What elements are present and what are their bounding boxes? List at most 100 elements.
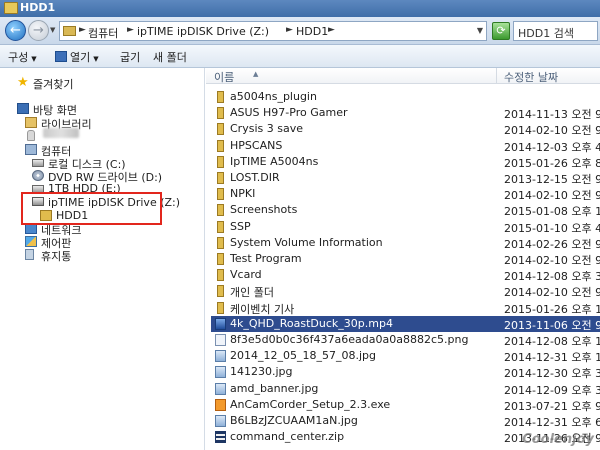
folder-icon [217, 188, 224, 201]
file-row[interactable]: Vcard 2014-12-08 오후 3:11 [211, 267, 600, 283]
file-date: 2014-02-10 오전 9:00 [504, 189, 600, 203]
open-label: 열기 [70, 51, 91, 64]
folder-icon [217, 253, 224, 265]
folder-icon [217, 155, 224, 168]
media-player-icon [55, 51, 67, 62]
file-row[interactable]: 8f3e5d0b0c36f437a6eada0a0a8882c5.png 2014… [211, 332, 600, 348]
highlight-annotation-box [21, 192, 162, 225]
file-row[interactable]: LOST.DIR 2013-12-15 오전 9:00 [211, 170, 600, 186]
column-divider[interactable] [496, 68, 497, 84]
address-bar[interactable]: ► 컴퓨터 ► ipTIME ipDISK Drive (Z:) ► HDD1 … [59, 21, 487, 41]
file-date: 2014-12-03 오후 4:45 [504, 140, 600, 154]
recycle-bin-icon [25, 249, 34, 260]
hard-drive-icon [32, 159, 44, 167]
chevron-right-icon[interactable]: ► [328, 25, 335, 35]
breadcrumb-computer[interactable]: 컴퓨터 [88, 25, 118, 41]
file-date: 2014-02-10 오전 9:00 [504, 254, 600, 267]
file-date: 2014-12-08 오후 10:47 [504, 335, 600, 348]
folder-icon [217, 123, 224, 136]
address-dropdown-icon[interactable]: ▼ [477, 26, 483, 35]
file-date: 2013-11-06 오전 9:00 [504, 318, 600, 332]
file-name: command_center.zip [230, 430, 345, 444]
file-row[interactable]: Crysis 3 save 2014-02-10 오전 9:00 [211, 121, 600, 137]
file-name: LOST.DIR [230, 171, 280, 184]
nav-label: 휴지통 [41, 250, 72, 263]
file-date: 2014-02-26 오전 9:00 [504, 237, 600, 251]
file-row[interactable]: AnCamCorder_Setup_2.3.exe 2013-07-21 오후 9… [211, 397, 600, 413]
file-name: Screenshots [230, 203, 298, 217]
file-date: 2015-01-08 오후 11:04 [504, 205, 600, 219]
folder-icon [217, 204, 224, 217]
forward-button[interactable]: → [28, 20, 49, 41]
star-icon: ★ [17, 75, 29, 90]
date-column-header[interactable]: 수정한 날짜 [504, 69, 558, 85]
file-date: 2014-02-10 오전 9:00 [504, 286, 600, 300]
file-name: Test Program [230, 252, 302, 265]
organize-label: 구성 [8, 51, 29, 64]
file-row[interactable]: System Volume Information 2014-02-26 오전 9… [211, 235, 600, 251]
file-date: 2013-07-21 오후 9:00 [504, 399, 600, 413]
file-name: 개인 폴더 [230, 286, 274, 300]
file-name: Crysis 3 save [230, 122, 303, 136]
chevron-down-icon: ▼ [93, 55, 99, 63]
file-row[interactable]: 2014_12_05_18_57_08.jpg 2014-12-31 오후 10:… [211, 348, 600, 364]
file-row[interactable]: SSP 2015-01-10 오후 4:15 [211, 219, 600, 235]
chevron-down-icon: ▼ [31, 55, 37, 63]
file-name: ASUS H97-Pro Gamer [230, 106, 348, 120]
file-row[interactable]: 141230.jpg 2014-12-30 오후 3:01 [211, 364, 600, 380]
recent-pages-dropdown-icon[interactable]: ▼ [50, 26, 55, 34]
file-date: 2014-11-13 오전 9:24 [504, 108, 600, 122]
folder-icon [217, 172, 224, 184]
exe-file-icon [215, 398, 226, 411]
folder-icon [217, 236, 224, 249]
name-column-header[interactable]: 이름 [214, 69, 234, 85]
library-icon [25, 117, 37, 128]
new-folder-button[interactable]: 새 폴더 [153, 49, 187, 65]
burn-button[interactable]: 굽기 [120, 49, 140, 65]
file-row[interactable]: IpTIME A5004ns 2015-01-26 오후 8:30 [211, 154, 600, 170]
desktop-icon [17, 103, 29, 114]
refresh-button[interactable]: ⟳ [492, 22, 510, 40]
file-name: AnCamCorder_Setup_2.3.exe [230, 397, 391, 411]
file-name: HPSCANS [230, 138, 283, 152]
file-date: 2015-01-26 오후 11:21 [504, 302, 600, 316]
organize-button[interactable]: 구성 ▼ [8, 49, 37, 65]
folder-icon [217, 107, 224, 120]
navigation-pane: ★ 즐겨찾기 바탕 화면 라이브러리 컴퓨터 로컬 디스크 (C:) DVD R… [0, 68, 205, 450]
file-row[interactable]: HPSCANS 2014-12-03 오후 4:45 [211, 138, 600, 154]
file-row[interactable]: 4k_QHD_RoastDuck_30p.mp4 2013-11-06 오전 9:… [211, 315, 600, 332]
zip-file-icon [215, 431, 226, 444]
file-date: 2013-12-15 오전 9:00 [504, 173, 600, 186]
file-row[interactable]: Screenshots 2015-01-08 오후 11:04 [211, 202, 600, 218]
control-panel-icon [25, 236, 37, 247]
file-row[interactable]: NPKI 2014-02-10 오전 9:00 [211, 186, 600, 202]
file-row[interactable]: 케이벤치 기사 2015-01-26 오후 11:21 [211, 300, 600, 316]
file-row[interactable]: B6LBzJZCUAAM1aN.jpg 2014-12-31 오후 6:29 [211, 413, 600, 429]
folder-icon [217, 285, 224, 298]
image-file-icon [215, 366, 226, 379]
back-button[interactable]: ← [5, 20, 26, 41]
open-button[interactable]: 열기 ▼ [55, 49, 99, 65]
file-row[interactable]: amd_banner.jpg 2014-12-09 오후 3:50 [211, 381, 600, 397]
file-name: 2014_12_05_18_57_08.jpg [230, 349, 376, 363]
search-input[interactable]: HDD1 검색 [513, 21, 598, 41]
dvd-drive-icon [32, 170, 44, 181]
breadcrumb-drive[interactable]: ipTIME ipDISK Drive (Z:) [137, 25, 269, 38]
folder-icon [4, 2, 18, 14]
image-file-icon [215, 334, 226, 346]
file-name: System Volume Information [230, 235, 383, 249]
file-row[interactable]: 개인 폴더 2014-02-10 오전 9:00 [211, 283, 600, 299]
chevron-right-icon[interactable]: ► [286, 25, 293, 35]
file-row[interactable]: a5004ns_plugin [211, 89, 600, 105]
folder-icon [217, 139, 224, 152]
file-name: 141230.jpg [230, 365, 293, 379]
file-name: 케이벤치 기사 [230, 302, 295, 316]
file-date: 2014-12-09 오후 3:50 [504, 383, 600, 397]
image-file-icon [215, 415, 226, 427]
file-row[interactable]: ASUS H97-Pro Gamer 2014-11-13 오전 9:24 [211, 105, 600, 121]
chevron-right-icon[interactable]: ► [79, 25, 86, 35]
file-row[interactable]: Test Program 2014-02-10 오전 9:00 [211, 251, 600, 267]
breadcrumb-hdd1[interactable]: HDD1 [296, 25, 328, 38]
chevron-right-icon[interactable]: ► [127, 25, 134, 35]
folder-icon [217, 269, 224, 282]
